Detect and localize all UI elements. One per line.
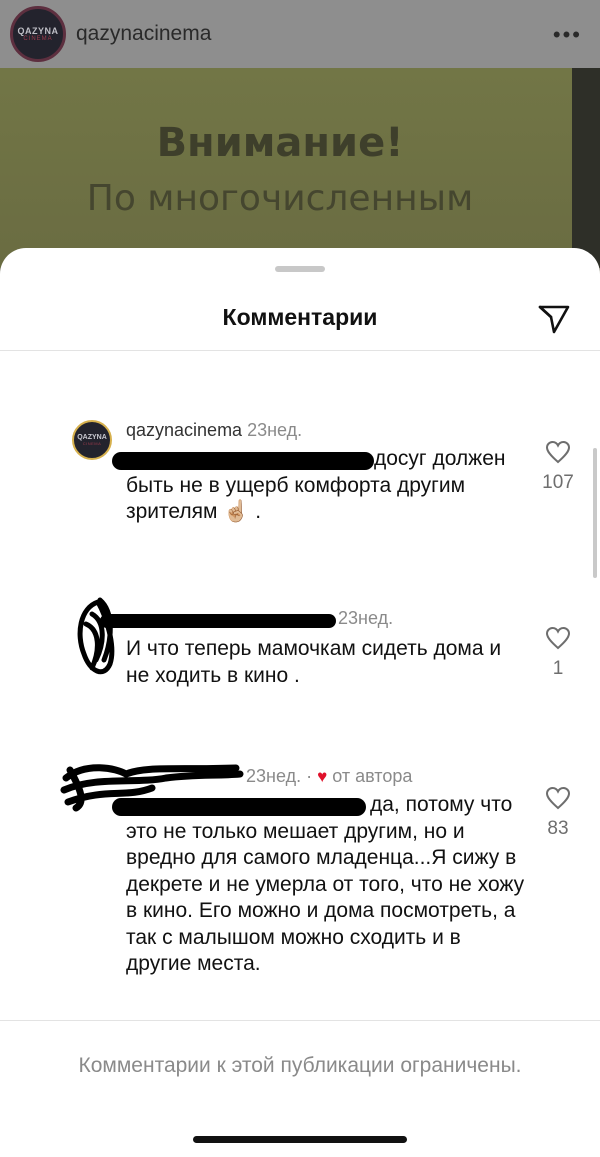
send-icon[interactable] [536, 300, 572, 336]
brand-logo-text: QAZYNA [77, 434, 107, 441]
like-count: 83 [547, 818, 569, 839]
brand-logo-subtext: CINEMA [82, 441, 102, 446]
like-control[interactable]: 107 [538, 440, 578, 494]
redaction-mark [77, 597, 115, 675]
comments-sheet: Комментарии QAZYNA CINEMA qazynacinema 2… [0, 248, 600, 1157]
comment-username[interactable]: qazynacinema [126, 420, 242, 440]
post-header: QAZYNA CINEMA qazynacinema ••• [0, 0, 600, 68]
like-control[interactable]: 83 [538, 786, 578, 840]
drag-handle[interactable] [275, 266, 325, 272]
comment-text: да, потому что это не только мешает друг… [126, 792, 526, 978]
post-username[interactable]: qazynacinema [76, 22, 211, 46]
comment-time: 23нед. [247, 420, 303, 440]
comment-text: досуг должен быть не в ущерб комфорта др… [126, 446, 526, 526]
home-indicator[interactable] [193, 1136, 407, 1143]
comment-text-rest: что это не только мешает другим, но и вр… [126, 793, 525, 975]
sheet-divider [0, 350, 600, 351]
comment-meta: qazynacinema 23нед. [126, 420, 302, 441]
footer-divider [0, 1020, 600, 1021]
image-edge [572, 68, 600, 268]
comment-text-rest: должен быть не в ущерб комфорта другим з… [126, 447, 506, 523]
comment-text: И что теперь мамочкам сидеть дома и не х… [126, 637, 502, 687]
heart-outline-icon[interactable] [545, 786, 571, 810]
heart-outline-icon[interactable] [545, 626, 571, 650]
comments-restricted-notice: Комментарии к этой публикации ограничены… [78, 1054, 522, 1077]
redaction-mark [100, 614, 336, 628]
heart-outline-icon[interactable] [545, 440, 571, 464]
comment-avatar[interactable]: QAZYNA CINEMA [72, 420, 112, 460]
post-image: Внимание! По многочисленным [0, 68, 600, 268]
scrollbar[interactable] [593, 448, 597, 578]
image-notice-line: По многочисленным [86, 178, 474, 219]
brand-logo-subtext: CINEMA [23, 36, 53, 42]
post-avatar[interactable]: QAZYNA CINEMA [10, 6, 66, 62]
comment-meta: 23нед. [338, 608, 393, 629]
more-horizontal-icon[interactable]: ••• [553, 22, 582, 48]
author-label: от автора [332, 766, 413, 786]
comment-time: 23нед. [338, 608, 394, 628]
like-count: 107 [542, 472, 574, 493]
sheet-title: Комментарии [222, 304, 378, 330]
author-heart-icon: ♥ [317, 767, 328, 786]
comment-text-start: да, потому [370, 793, 475, 816]
brand-logo-text: QAZYNA [17, 26, 59, 36]
meta-separator: · [306, 766, 313, 786]
comment-meta: 23нед. · ♥ от автора [246, 766, 412, 787]
like-control[interactable]: 1 [538, 626, 578, 680]
image-notice-title: Внимание! [156, 120, 404, 166]
comment-time: 23нед. [246, 766, 302, 786]
like-count: 1 [552, 658, 564, 679]
comment-text-start: досуг [374, 447, 427, 470]
